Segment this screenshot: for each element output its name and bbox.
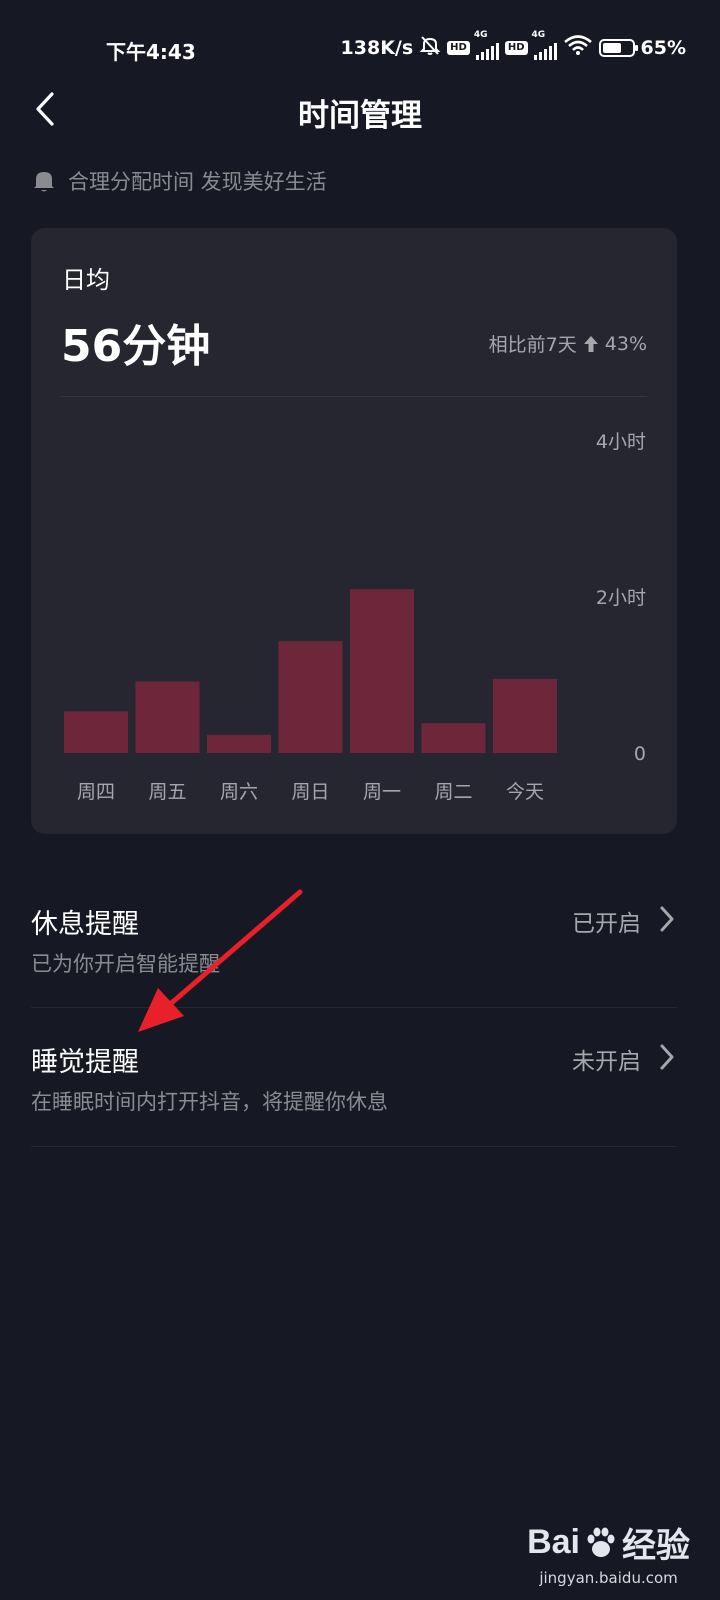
sleep-reminder-status: 未开启 [572, 1049, 641, 1075]
status-time: 下午4:43 [106, 40, 196, 64]
rest-reminder-status: 已开启 [572, 911, 641, 937]
chart-x-label: 周一 [363, 781, 401, 803]
chart-x-label: 周六 [220, 781, 258, 803]
chart-y-tick: 2小时 [596, 587, 646, 609]
sleep-reminder-desc: 在睡眠时间内打开抖音，将提醒你休息 [31, 1090, 388, 1114]
list-divider [31, 1146, 677, 1147]
sim2-network: 4G [531, 29, 546, 40]
chart-bar-6 [493, 678, 557, 753]
rest-reminder-row[interactable]: 休息提醒 已为你开启智能提醒 已开启 [31, 902, 677, 982]
battery-percent: 65% [640, 36, 686, 59]
watermark-logo-left: Bai [527, 1523, 580, 1561]
wifi-icon [563, 34, 593, 61]
chart-y-tick: 4小时 [596, 431, 646, 453]
chart-y-tick: 0 [634, 743, 646, 765]
chart-bar-3 [278, 641, 343, 753]
signal-icon: 4G [474, 30, 499, 60]
chart-x-label: 周五 [148, 781, 186, 803]
signal-icon: 4G [532, 30, 557, 60]
watermark-logo-right: 经验 [622, 1527, 690, 1565]
chart-x-label: 周日 [291, 781, 329, 803]
list-divider [31, 1007, 677, 1008]
chart-x-label: 今天 [506, 781, 544, 803]
usage-bar-chart: 周四 周五 周六 周日 周一 周二 今天 0 2小时 4小时 [64, 431, 646, 803]
chart-bar-5 [421, 723, 486, 753]
sim2-hd-badge: HD [504, 40, 528, 55]
chevron-right-icon [660, 906, 674, 932]
rest-reminder-desc: 已为你开启智能提醒 [31, 952, 220, 976]
chevron-right-icon [660, 1044, 674, 1070]
usage-card: 日均 56分钟 相比前7天 43% 周四 周五 周六 周日 周一 周二 今天 0 2小时 4小时 [31, 228, 677, 834]
sim1-network: 4G [473, 29, 488, 40]
tip-banner: 合理分配时间 发现美好生活 [32, 166, 327, 196]
chart-bar-4 [350, 589, 414, 753]
paw-icon [587, 1527, 615, 1557]
battery-icon [598, 38, 638, 57]
watermark-url: jingyan.baidu.com [539, 1569, 678, 1587]
bell-icon [34, 172, 54, 192]
chart-bar-0 [64, 711, 128, 753]
chart-bar-1 [135, 681, 200, 753]
sleep-reminder-row[interactable]: 睡觉提醒 在睡眠时间内打开抖音，将提醒你休息 未开启 [31, 1040, 677, 1120]
sleep-reminder-title: 睡觉提醒 [31, 1047, 139, 1078]
chart-x-label: 周二 [434, 781, 472, 803]
tip-text: 合理分配时间 发现美好生活 [68, 170, 327, 194]
net-speed: 138K/s [340, 36, 414, 59]
baidu-jingyan-watermark: Bai 经验 jingyan.baidu.com [527, 1518, 690, 1587]
mute-icon [419, 34, 441, 61]
rest-reminder-title: 休息提醒 [31, 909, 139, 940]
sim1-hd-badge: HD [447, 40, 470, 55]
chart-x-label: 周四 [77, 781, 115, 803]
status-icons: 138K/s HD 4G HD 4G 65% [340, 30, 686, 61]
page-title: 时间管理 [298, 98, 422, 134]
chart-bar-2 [207, 734, 271, 753]
